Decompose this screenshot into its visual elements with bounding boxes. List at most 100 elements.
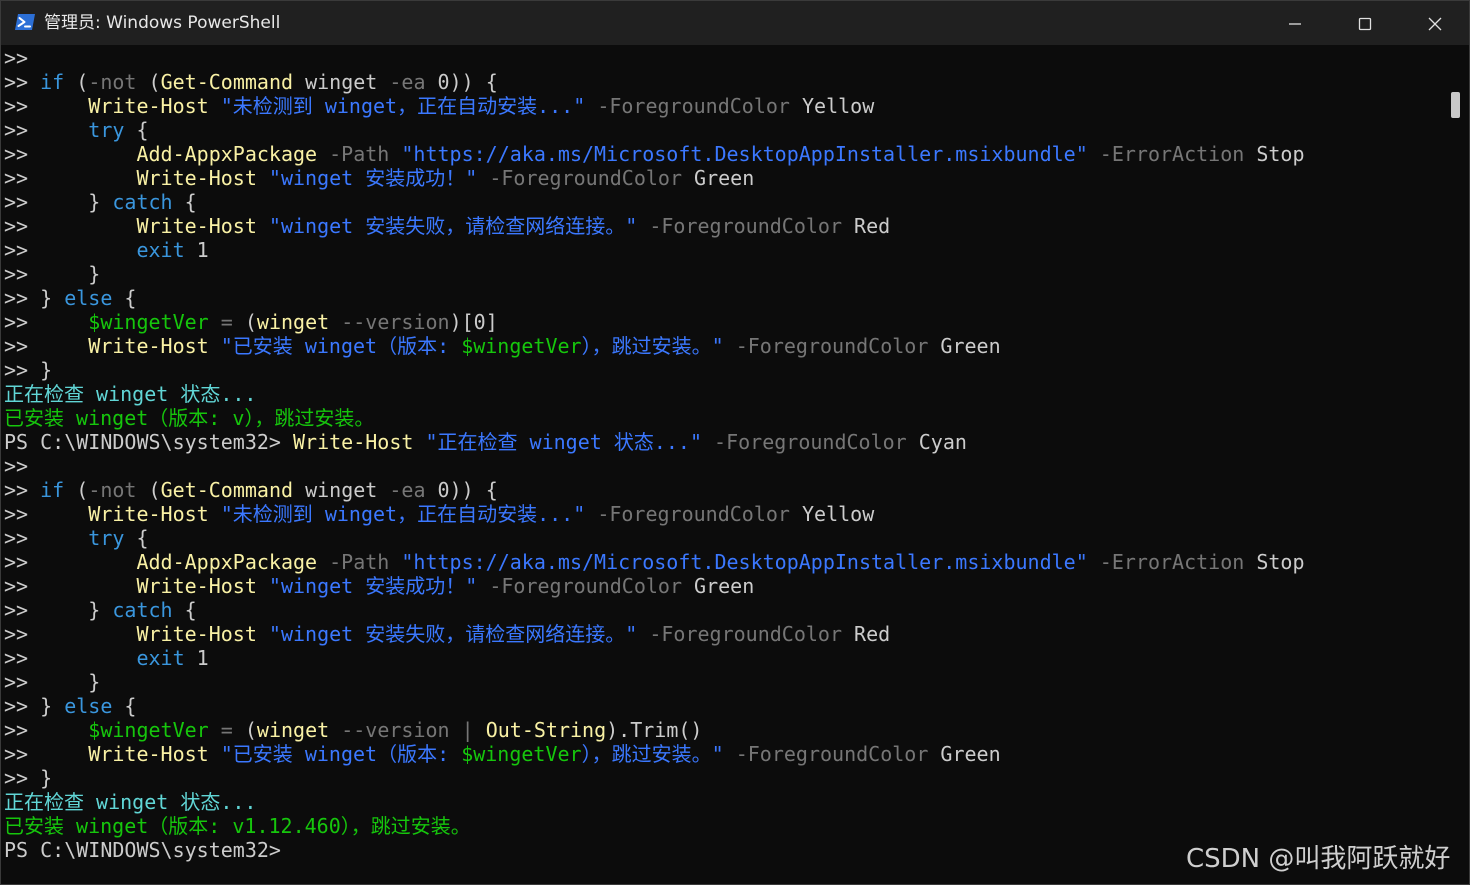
token-text: { — [172, 598, 197, 622]
token-text: Red — [842, 622, 891, 646]
token-text: Green — [928, 334, 1001, 358]
vertical-scrollbar[interactable] — [1444, 45, 1469, 883]
token-command: Write-Host — [136, 622, 257, 646]
token-string: "已安装 winget（版本: — [220, 334, 462, 358]
token-text: >> — [4, 70, 41, 94]
token-text: >> — [4, 454, 29, 478]
token-text: >> — [4, 334, 89, 358]
token-text: >> — [4, 238, 137, 262]
token-text: >> } — [4, 670, 101, 694]
token-string: "https://aka.ms/Microsoft.DesktopAppInst… — [401, 550, 1088, 574]
token-command: winget — [256, 718, 330, 742]
token-variable: $wingetVer — [88, 310, 209, 334]
token-string: "未检测到 winget，正在自动安装..." — [220, 502, 586, 526]
token-outcyan: 正在检查 winget 状态... — [4, 790, 257, 814]
token-command: Write-Host — [88, 502, 209, 526]
token-string: "winget 安装成功！" — [268, 574, 478, 598]
token-text: { — [124, 118, 149, 142]
minimize-button[interactable] — [1260, 1, 1330, 46]
token-text: winget — [293, 70, 390, 94]
token-param: -ErrorAction — [1099, 142, 1245, 166]
token-text: >> — [4, 142, 137, 166]
terminal-line: >> } — [4, 766, 1305, 790]
token-text: >> — [4, 46, 29, 70]
token-param: -ErrorAction — [1099, 550, 1245, 574]
token-variable: $wingetVer — [88, 718, 209, 742]
minimize-icon — [1289, 23, 1301, 25]
token-text: 0)) { — [425, 70, 498, 94]
token-text: >> — [4, 622, 137, 646]
maximize-icon — [1358, 17, 1372, 31]
token-outgreen: 已安装 winget（版本: v1.12.460），跳过安装。 — [4, 814, 471, 838]
token-text: Red — [842, 214, 891, 238]
terminal-line: >> Write-Host "winget 安装成功！" -Foreground… — [4, 574, 1305, 598]
token-text: Stop — [1244, 550, 1305, 574]
token-text: ( — [136, 70, 161, 94]
token-text: >> — [4, 646, 137, 670]
token-text: Yellow — [789, 94, 875, 118]
terminal-line: 已安装 winget（版本: v），跳过安装。 — [4, 406, 1305, 430]
token-text: Green — [682, 574, 755, 598]
token-text: >> — [4, 742, 89, 766]
token-string: "未检测到 winget，正在自动安装..." — [220, 94, 586, 118]
terminal-line: >> } else { — [4, 694, 1305, 718]
token-text: 1 — [184, 646, 209, 670]
scrollbar-thumb[interactable] — [1451, 92, 1460, 118]
token-text: PS C:\WINDOWS\system32> — [4, 838, 281, 862]
terminal-line: >> Add-AppxPackage -Path "https://aka.ms… — [4, 142, 1305, 166]
title-bar[interactable]: 管理员: Windows PowerShell — [0, 0, 1470, 45]
token-text: Cyan — [906, 430, 967, 454]
token-text: >> } — [4, 262, 101, 286]
terminal-line: >> Write-Host "已安装 winget（版本: $wingetVer… — [4, 742, 1305, 766]
token-text: >> — [4, 478, 41, 502]
terminal-line: >> Write-Host "winget 安装失败，请检查网络连接。" -Fo… — [4, 214, 1305, 238]
token-text: >> — [4, 310, 89, 334]
token-text: ( — [232, 310, 257, 334]
token-text: >> — [4, 94, 89, 118]
token-text: Stop — [1244, 142, 1305, 166]
powershell-icon — [15, 14, 35, 30]
watermark: CSDN @叫我阿跃就好 — [1186, 844, 1451, 874]
token-command: Write-Host — [88, 334, 209, 358]
token-string: "winget 安装失败，请检查网络连接。" — [268, 214, 638, 238]
token-string: "winget 安装成功！" — [268, 166, 478, 190]
token-operator: | — [461, 718, 474, 742]
close-icon — [1428, 17, 1442, 31]
token-variable: $wingetVer — [461, 742, 582, 766]
terminal-output[interactable]: >> >> if (-not (Get-Command winget -ea 0)… — [0, 45, 1470, 885]
token-text: Green — [682, 166, 755, 190]
token-text: )[0] — [449, 310, 498, 334]
close-button[interactable] — [1400, 1, 1470, 46]
terminal-line: >> if (-not (Get-Command winget -ea 0)) … — [4, 70, 1305, 94]
terminal-line: >> } catch { — [4, 598, 1305, 622]
terminal-line: 已安装 winget（版本: v1.12.460），跳过安装。 — [4, 814, 1305, 838]
token-text: PS C:\WINDOWS\system32> — [4, 430, 293, 454]
token-text: Green — [928, 742, 1001, 766]
token-param: -ForegroundColor — [735, 334, 929, 358]
terminal-line: 正在检查 winget 状态... — [4, 790, 1305, 814]
token-variable: $wingetVer — [461, 334, 582, 358]
maximize-button[interactable] — [1330, 1, 1400, 46]
terminal-line: >> try { — [4, 118, 1305, 142]
token-param: -ForegroundColor — [649, 622, 842, 646]
token-keyword: exit — [136, 238, 185, 262]
token-text: >> — [4, 526, 89, 550]
terminal-line: >> $wingetVer = (winget --version | Out-… — [4, 718, 1305, 742]
token-text: 0)) { — [425, 478, 498, 502]
token-text: >> } — [4, 358, 53, 382]
token-param: -Path — [329, 550, 390, 574]
token-string: "已安装 winget（版本: — [220, 742, 462, 766]
token-operator: = — [220, 718, 233, 742]
